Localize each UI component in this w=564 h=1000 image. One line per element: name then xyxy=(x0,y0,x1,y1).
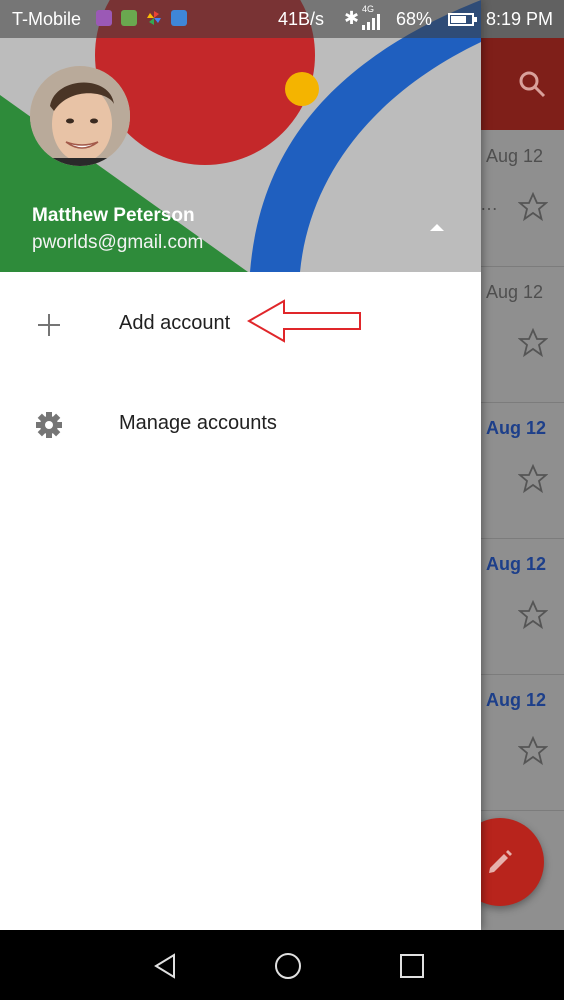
profile-photo xyxy=(30,66,130,166)
account-name: Matthew Peterson xyxy=(32,205,195,226)
manage-accounts-item[interactable]: Manage accounts xyxy=(0,372,481,472)
account-email: pworlds@gmail.com xyxy=(32,232,204,253)
add-account-item[interactable]: Add account xyxy=(0,272,481,372)
star-icon[interactable] xyxy=(518,328,548,358)
add-account-label: Add account xyxy=(119,312,231,334)
notification-icon xyxy=(121,10,137,26)
star-icon[interactable] xyxy=(518,464,548,494)
bluetooth-icon: ✱ xyxy=(344,8,360,28)
clock: 8:19 PM xyxy=(486,9,554,29)
plus-icon xyxy=(38,314,60,336)
carrier-label: T-Mobile xyxy=(12,9,82,29)
navigation-drawer: Matthew Peterson pworlds@gmail.com Add a… xyxy=(0,0,481,930)
back-icon[interactable] xyxy=(146,946,186,986)
network-type: 4G xyxy=(362,4,375,14)
pinwheel-icon xyxy=(147,11,161,25)
account-list-toggle-icon[interactable] xyxy=(430,224,444,231)
snippet-ellipsis: … xyxy=(480,194,498,214)
status-bar: T-Mobile 41B/s ✱ 4G 68% 8:19 PM xyxy=(0,0,564,38)
signal-icon xyxy=(362,14,380,30)
email-date: Aug 12 xyxy=(486,418,547,438)
search-icon[interactable] xyxy=(518,70,546,98)
email-row[interactable]: Aug 12 xyxy=(480,266,564,403)
recents-icon[interactable] xyxy=(392,946,432,986)
star-icon[interactable] xyxy=(518,736,548,766)
email-date: Aug 12 xyxy=(486,146,544,166)
email-row[interactable]: Aug 12 xyxy=(480,538,564,675)
manage-accounts-label: Manage accounts xyxy=(119,412,277,434)
network-speed: 41B/s xyxy=(278,9,325,29)
home-icon[interactable] xyxy=(268,946,308,986)
battery-percent: 68% xyxy=(396,9,433,29)
avatar[interactable] xyxy=(30,66,130,166)
email-row[interactable]: Aug 12 xyxy=(480,402,564,539)
email-date: Aug 12 xyxy=(486,690,547,710)
email-row[interactable]: Aug 12 … xyxy=(480,130,564,267)
account-header[interactable]: Matthew Peterson pworlds@gmail.com xyxy=(0,0,481,272)
email-date: Aug 12 xyxy=(486,282,544,302)
notification-icon xyxy=(96,10,112,26)
star-icon[interactable] xyxy=(518,192,548,222)
gear-icon xyxy=(36,412,62,438)
battery-icon xyxy=(448,13,477,26)
system-nav-bar xyxy=(0,930,564,1000)
chat-icon xyxy=(171,10,187,26)
pencil-icon xyxy=(489,850,512,873)
star-icon[interactable] xyxy=(518,600,548,630)
email-date: Aug 12 xyxy=(486,554,547,574)
email-row[interactable]: Aug 12 xyxy=(480,674,564,811)
annotation-arrow xyxy=(246,299,361,343)
